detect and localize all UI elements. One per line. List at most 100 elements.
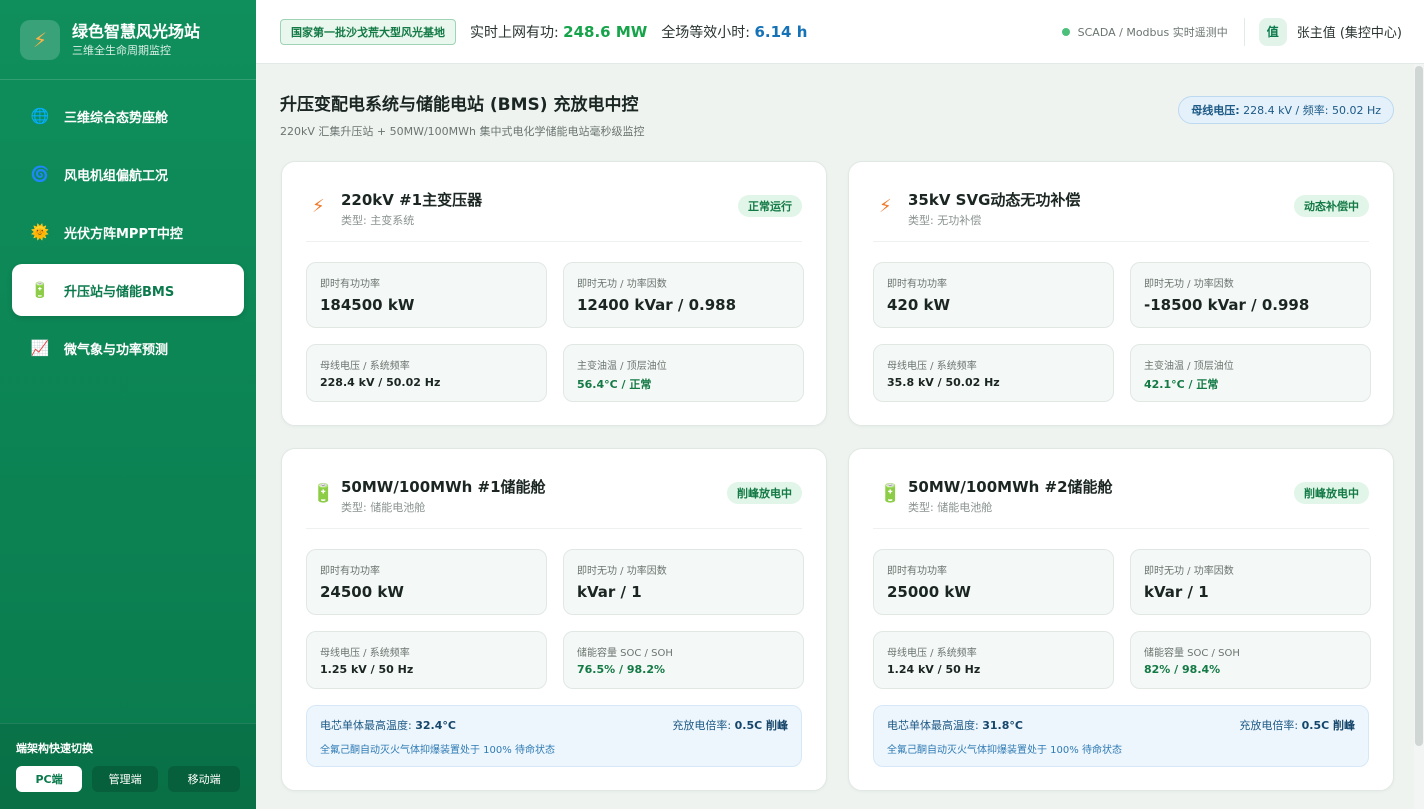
card-type: 类型: 储能电池舱 [908, 501, 993, 514]
bus-badge-label: 母线电压: [1191, 104, 1240, 117]
bus-voltage-badge: 母线电压: 228.4 kV / 频率: 50.02 Hz [1178, 96, 1394, 124]
scada-status: SCADA / Modbus 实时遥测中 [1061, 17, 1245, 46]
battery-icon: 🔋 [879, 483, 902, 504]
status-badge: 动态补偿中 [1294, 195, 1369, 217]
sidebar-item-label: 风电机组偏航工况 [64, 168, 169, 184]
sidebar-item-label: 微气象与功率预测 [64, 342, 169, 358]
cell-temperature-value: 31.8°C [982, 719, 1023, 732]
charge-rate-value: 0.5C 削峰 [1301, 719, 1355, 732]
platform-switcher-label: 端架构快速切换 [16, 742, 93, 755]
metric-label: 即时无功 / 功率因数 [1144, 279, 1234, 290]
active-power-metric: 即时有功功率 184500 kW [306, 262, 547, 328]
metric-label: 即时有功功率 [887, 279, 947, 290]
metric-value: 184500 kW [320, 296, 415, 314]
sidebar-item-substation-bms[interactable]: 🔋 升压站与储能BMS [12, 264, 244, 316]
metric-value: 1.25 kV / 50 Hz [320, 663, 414, 676]
equivalent-hours-kpi: 全场等效小时: 6.14 h [661, 22, 807, 42]
equivalent-hours-value: 6.14 h [754, 22, 808, 41]
metric-value: 56.4°C / 正常 [577, 378, 652, 391]
metric-label: 即时无功 / 功率因数 [577, 566, 667, 577]
status-badge: 正常运行 [738, 195, 802, 217]
page-header: 升压变配电系统与储能电站 (BMS) 充放电中控 220kV 汇集升压站 + 5… [280, 90, 1394, 139]
bus-badge-value: 228.4 kV / 频率: 50.02 Hz [1243, 104, 1381, 117]
sidebar-item-wind[interactable]: 🌀 风电机组偏航工况 [12, 148, 244, 200]
mobile-button[interactable]: 移动端 [168, 766, 240, 792]
user-name: 张主值 (集控中心) [1296, 26, 1402, 41]
bolt-icon: ⚡ [20, 19, 60, 60]
metric-value: 1.24 kV / 50 Hz [887, 663, 981, 676]
cell-temperature-label: 电芯单体最高温度: [887, 719, 979, 732]
card-type: 类型: 储能电池舱 [341, 501, 426, 514]
scada-status-text: SCADA / Modbus 实时遥测中 [1077, 25, 1228, 39]
bus-voltage-metric: 母线电压 / 系统频率 228.4 kV / 50.02 Hz [306, 344, 547, 402]
bolt-icon: ⚡ [312, 196, 325, 217]
active-power-metric: 即时有功功率 24500 kW [306, 549, 547, 615]
sidebar-item-label: 三维综合态势座舱 [64, 110, 169, 126]
battery-icon: 🔋 [312, 483, 335, 504]
brand: ⚡ 绿色智慧风光场站 三维全生命周期监控 [0, 0, 256, 80]
scrollbar-thumb[interactable] [1415, 66, 1423, 746]
sidebar-nav: 🌐 三维综合态势座舱 🌀 风电机组偏航工况 🌞 光伏方阵MPPT中控 🔋 升压站… [0, 80, 256, 390]
device-card-storage-2[interactable]: 🔋 50MW/100MWh #2储能舱 类型: 储能电池舱 削峰放电中 即时有功… [848, 448, 1394, 791]
oil-temperature-metric: 主变油温 / 顶层油位 56.4°C / 正常 [563, 344, 804, 402]
battery-safety-note: 电芯单体最高温度: 32.4°C 充放电倍率: 0.5C 削峰 全氟己酮自动灭火… [306, 705, 802, 767]
status-badge: 削峰放电中 [727, 482, 802, 504]
page-subtitle: 220kV 汇集升压站 + 50MW/100MWh 集中式电化学储能电站毫秒级监… [280, 125, 645, 138]
metric-label: 母线电压 / 系统频率 [320, 361, 410, 372]
sidebar: ⚡ 绿色智慧风光场站 三维全生命周期监控 🌐 三维综合态势座舱 🌀 风电机组偏航… [0, 0, 256, 809]
grid-power-kpi: 实时上网有功: 248.6 MW [470, 22, 647, 42]
brand-title: 绿色智慧风光场站 [72, 21, 201, 41]
oil-temperature-metric: 主变油温 / 顶层油位 42.1°C / 正常 [1130, 344, 1371, 402]
metric-value: 42.1°C / 正常 [1144, 378, 1219, 391]
metric-value: -18500 kVar / 0.998 [1144, 296, 1310, 314]
metric-label: 储能容量 SOC / SOH [1144, 648, 1240, 659]
metric-label: 母线电压 / 系统频率 [887, 648, 977, 659]
metric-label: 即时有功功率 [320, 566, 380, 577]
metric-label: 主变油温 / 顶层油位 [577, 361, 667, 372]
metric-value: 12400 kVar / 0.988 [577, 296, 737, 314]
metric-value: 420 kW [887, 296, 951, 314]
sidebar-item-forecast[interactable]: 📈 微气象与功率预测 [12, 322, 244, 374]
top-bar: 国家第一批沙戈荒大型风光基地 实时上网有功: 248.6 MW 全场等效小时: … [256, 0, 1424, 64]
device-card-storage-1[interactable]: 🔋 50MW/100MWh #1储能舱 类型: 储能电池舱 削峰放电中 即时有功… [281, 448, 827, 791]
sidebar-item-overview[interactable]: 🌐 三维综合态势座舱 [12, 90, 244, 142]
sidebar-item-label: 光伏方阵MPPT中控 [64, 226, 183, 242]
charge-rate-label: 充放电倍率: [672, 719, 732, 732]
device-card-main-transformer[interactable]: ⚡ 220kV #1主变压器 类型: 主变系统 正常运行 即时有功功率 1845… [281, 161, 827, 426]
charge-rate: 充放电倍率: 0.5C 削峰 [672, 717, 788, 733]
reactive-power-metric: 即时无功 / 功率因数 12400 kVar / 0.988 [563, 262, 804, 328]
bus-voltage-metric: 母线电压 / 系统频率 35.8 kV / 50.02 Hz [873, 344, 1114, 402]
bus-voltage-metric: 母线电压 / 系统频率 1.24 kV / 50 Hz [873, 631, 1114, 689]
cell-temperature-label: 电芯单体最高温度: [320, 719, 412, 732]
admin-button[interactable]: 管理端 [92, 766, 159, 792]
grid-power-label: 实时上网有功: [470, 24, 559, 41]
metric-value: kVar / 1 [1144, 583, 1209, 601]
metric-label: 即时有功功率 [887, 566, 947, 577]
platform-switcher: 端架构快速切换 PC端 管理端 移动端 [0, 723, 256, 809]
avatar: 值 [1258, 17, 1287, 46]
active-power-metric: 即时有功功率 420 kW [873, 262, 1114, 328]
device-card-svg[interactable]: ⚡ 35kV SVG动态无功补偿 类型: 无功补偿 动态补偿中 即时有功功率 4… [848, 161, 1394, 426]
grid-power-value: 248.6 MW [563, 22, 648, 41]
chart-icon: 📈 [30, 339, 50, 357]
fire-suppression-status: 全氟己酮自动灭火气体抑爆装置处于 100% 待命状态 [887, 745, 1122, 756]
battery-safety-note: 电芯单体最高温度: 31.8°C 充放电倍率: 0.5C 削峰 全氟己酮自动灭火… [873, 705, 1369, 767]
soc-soh-metric: 储能容量 SOC / SOH 76.5% / 98.2% [563, 631, 804, 689]
sidebar-item-pv[interactable]: 🌞 光伏方阵MPPT中控 [12, 206, 244, 258]
card-type: 类型: 主变系统 [341, 214, 415, 227]
metric-value: kVar / 1 [577, 583, 642, 601]
metric-value: 24500 kW [320, 583, 404, 601]
reactive-power-metric: 即时无功 / 功率因数 kVar / 1 [1130, 549, 1371, 615]
fire-suppression-status: 全氟己酮自动灭火气体抑爆装置处于 100% 待命状态 [320, 745, 555, 756]
card-title: 50MW/100MWh #1储能舱 [341, 478, 546, 496]
user-menu[interactable]: 值 张主值 (集控中心) [1245, 17, 1424, 46]
active-power-metric: 即时有功功率 25000 kW [873, 549, 1114, 615]
bus-voltage-metric: 母线电压 / 系统频率 1.25 kV / 50 Hz [306, 631, 547, 689]
metric-label: 母线电压 / 系统频率 [320, 648, 410, 659]
status-badge: 削峰放电中 [1294, 482, 1369, 504]
metric-label: 即时无功 / 功率因数 [577, 279, 667, 290]
metric-value: 82% / 98.4% [1144, 663, 1221, 676]
metric-label: 主变油温 / 顶层油位 [1144, 361, 1234, 372]
pc-button[interactable]: PC端 [16, 766, 83, 792]
metric-value: 25000 kW [887, 583, 971, 601]
